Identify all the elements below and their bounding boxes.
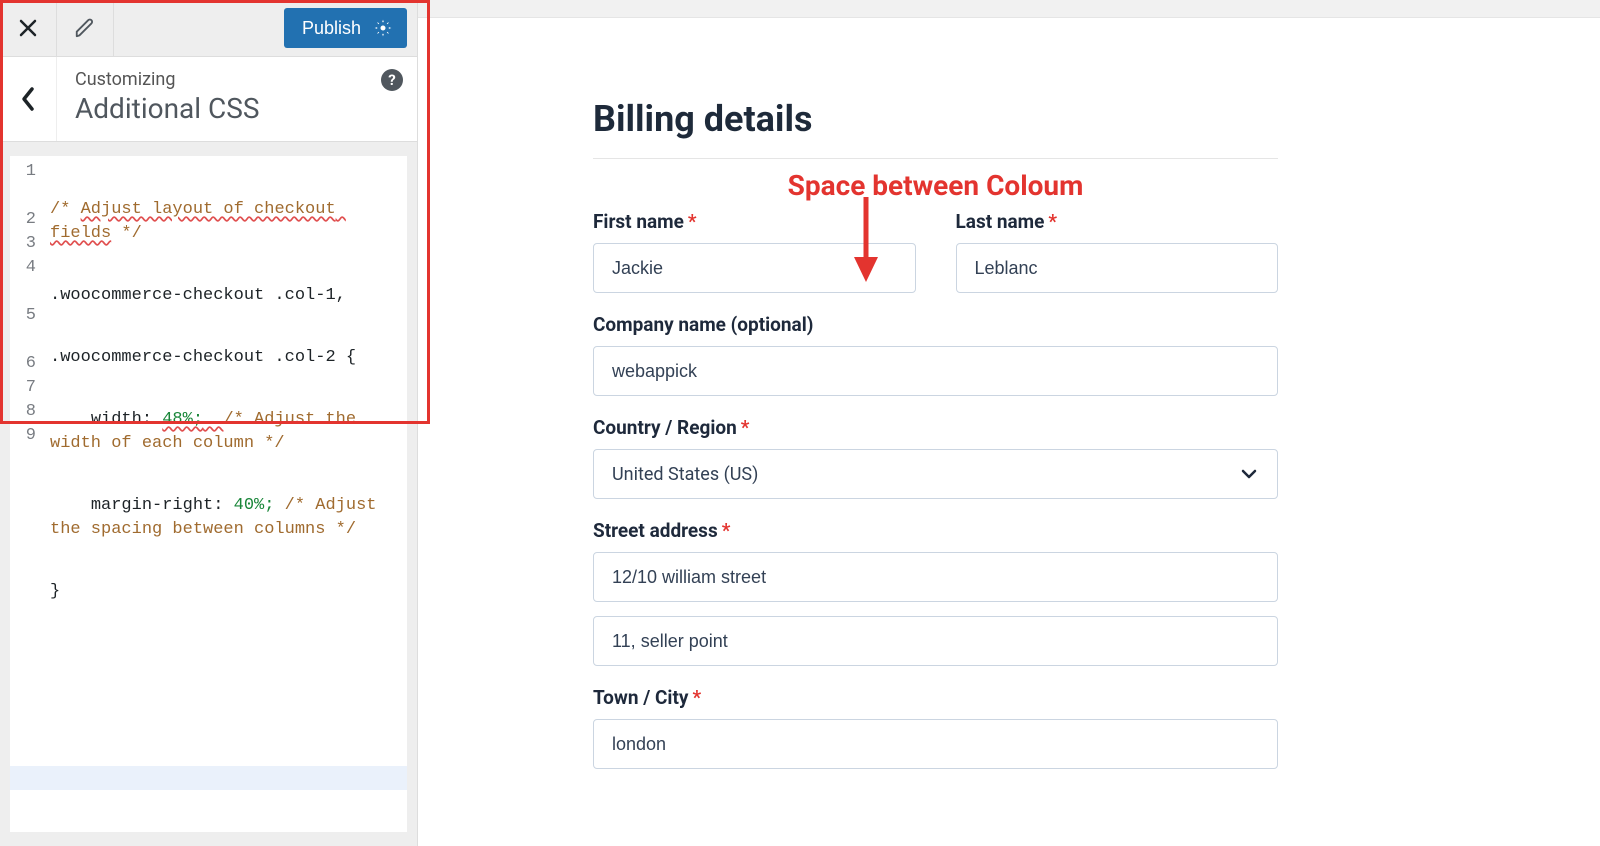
section-title-row: Customizing Additional CSS ? — [0, 57, 417, 142]
customizer-header: Publish — [0, 0, 417, 57]
town-input[interactable] — [593, 719, 1278, 769]
name-row: First name* Last name* — [593, 210, 1278, 293]
editor-gutter: 1 2 3 4 5 6 7 8 9 — [10, 156, 42, 832]
first-name-label: First name* — [593, 210, 916, 233]
gear-icon — [373, 18, 393, 38]
annotation-callout: Space between Coloum — [593, 169, 1278, 202]
preview-top-bar — [418, 0, 1600, 18]
css-editor[interactable]: 1 2 3 4 5 6 7 8 9 /* Adjust layout of ch… — [10, 156, 407, 832]
pencil-icon — [74, 17, 96, 39]
last-name-input[interactable] — [956, 243, 1279, 293]
editor-content[interactable]: /* Adjust layout of checkout fields */ .… — [42, 156, 407, 832]
company-label: Company name (optional) — [593, 313, 1278, 336]
back-button[interactable] — [0, 57, 57, 141]
last-name-label: Last name* — [956, 210, 1279, 233]
publish-button[interactable]: Publish — [284, 8, 407, 48]
company-input[interactable] — [593, 346, 1278, 396]
site-preview: Billing details Space between Coloum Fir… — [418, 0, 1600, 846]
customizer-sidebar: Publish Customizing Additional CSS ? 1 2… — [0, 0, 418, 846]
close-icon — [18, 18, 38, 38]
close-button[interactable] — [0, 0, 57, 56]
street-label: Street address* — [593, 519, 1278, 542]
street2-input[interactable] — [593, 616, 1278, 666]
publish-label: Publish — [302, 18, 361, 39]
street1-input[interactable] — [593, 552, 1278, 602]
first-name-input[interactable] — [593, 243, 916, 293]
chevron-down-icon — [1239, 464, 1259, 484]
chevron-left-icon — [19, 85, 37, 113]
breadcrumb: Customizing — [75, 69, 401, 90]
country-label: Country / Region* — [593, 416, 1278, 439]
css-editor-wrap: 1 2 3 4 5 6 7 8 9 /* Adjust layout of ch… — [0, 142, 417, 832]
section-title: Additional CSS — [75, 92, 401, 125]
checkout-form: Billing details Space between Coloum Fir… — [418, 18, 1318, 769]
billing-heading: Billing details — [593, 98, 1278, 159]
help-button[interactable]: ? — [381, 69, 403, 91]
country-select[interactable]: United States (US) — [593, 449, 1278, 499]
town-label: Town / City* — [593, 686, 1278, 709]
edit-toggle-button[interactable] — [57, 0, 114, 56]
country-value: United States (US) — [612, 464, 758, 485]
